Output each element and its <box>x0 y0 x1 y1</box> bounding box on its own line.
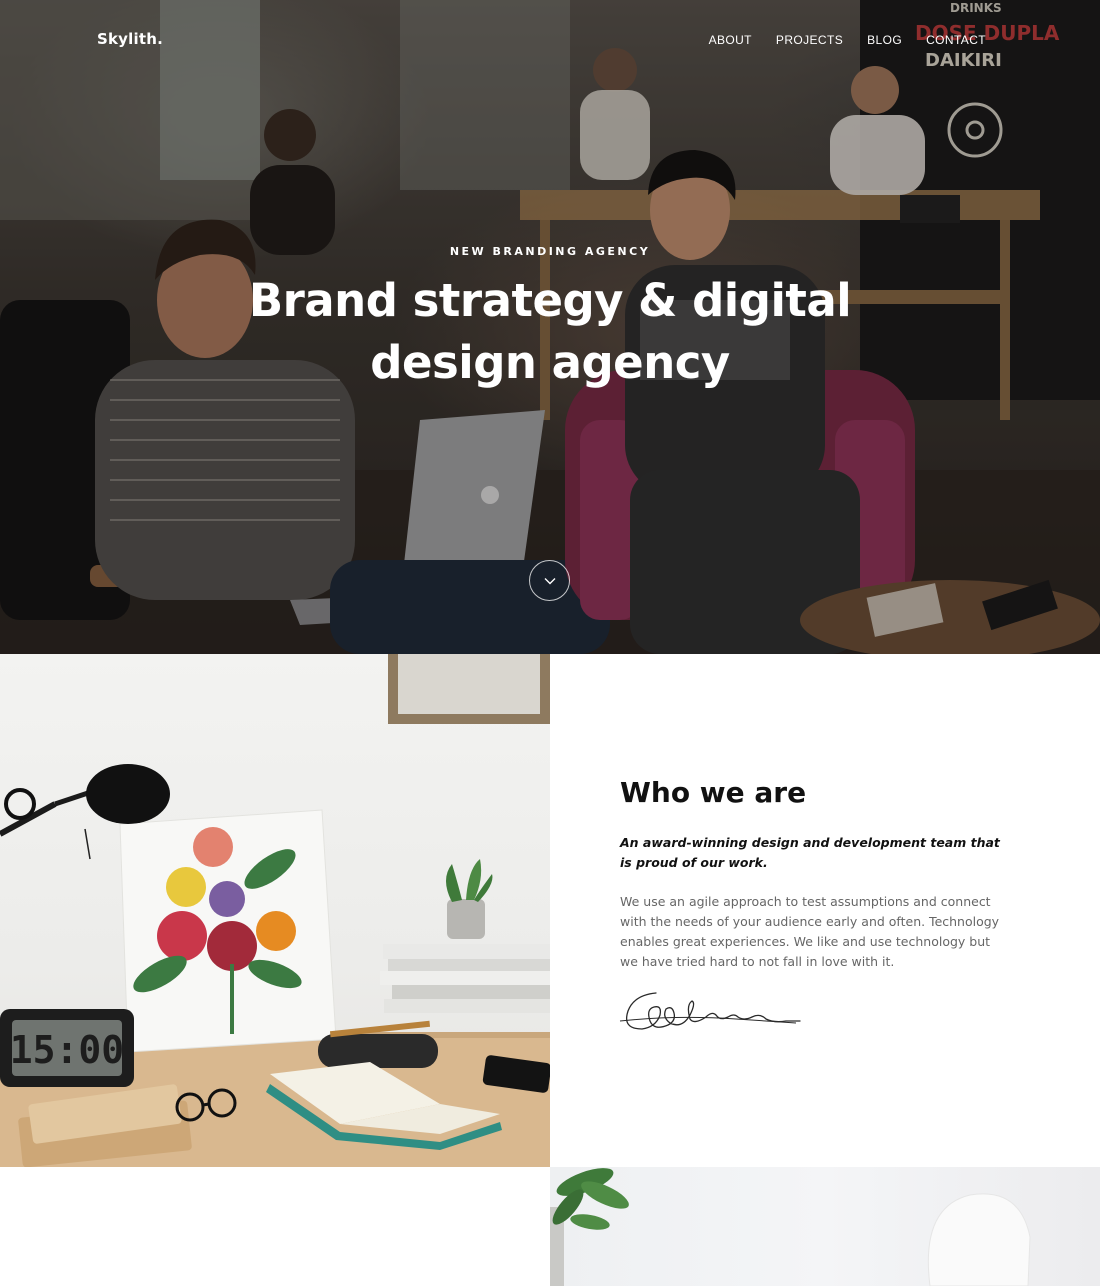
bottom-photo <box>550 1167 1100 1286</box>
signature-image <box>619 992 801 1030</box>
nav-item-projects[interactable]: PROJECTS <box>776 33 843 47</box>
hero-title: Brand strategy & digital design agency <box>248 274 852 389</box>
about-lead: An award-winning design and development … <box>620 835 1000 870</box>
hero-section: DRINKS DOSE DUPLA DAIKIRI Skylith. ABOUT… <box>0 0 1100 654</box>
scroll-down-button[interactable] <box>529 560 570 601</box>
chevron-down-icon <box>544 577 555 584</box>
main-nav: ABOUT PROJECTS BLOG CONTACT <box>709 33 986 47</box>
desk-illustration: 15:00 <box>0 654 550 1167</box>
nav-item-contact[interactable]: CONTACT <box>926 33 986 47</box>
about-body: We use an agile approach to test assumpt… <box>620 894 1000 969</box>
about-section: Who we are An award-winning design and d… <box>620 773 1020 972</box>
nav-item-about[interactable]: ABOUT <box>709 33 752 47</box>
site-logo[interactable]: Skylith. <box>97 30 163 48</box>
hero-kicker: NEW BRANDING AGENCY <box>449 245 651 258</box>
plant-chair-illustration <box>550 1168 1031 1286</box>
about-title: Who we are <box>620 776 807 809</box>
about-photo: 15:00 <box>0 654 550 1167</box>
clock-time: 15:00 <box>10 1028 124 1072</box>
nav-item-blog[interactable]: BLOG <box>867 33 902 47</box>
